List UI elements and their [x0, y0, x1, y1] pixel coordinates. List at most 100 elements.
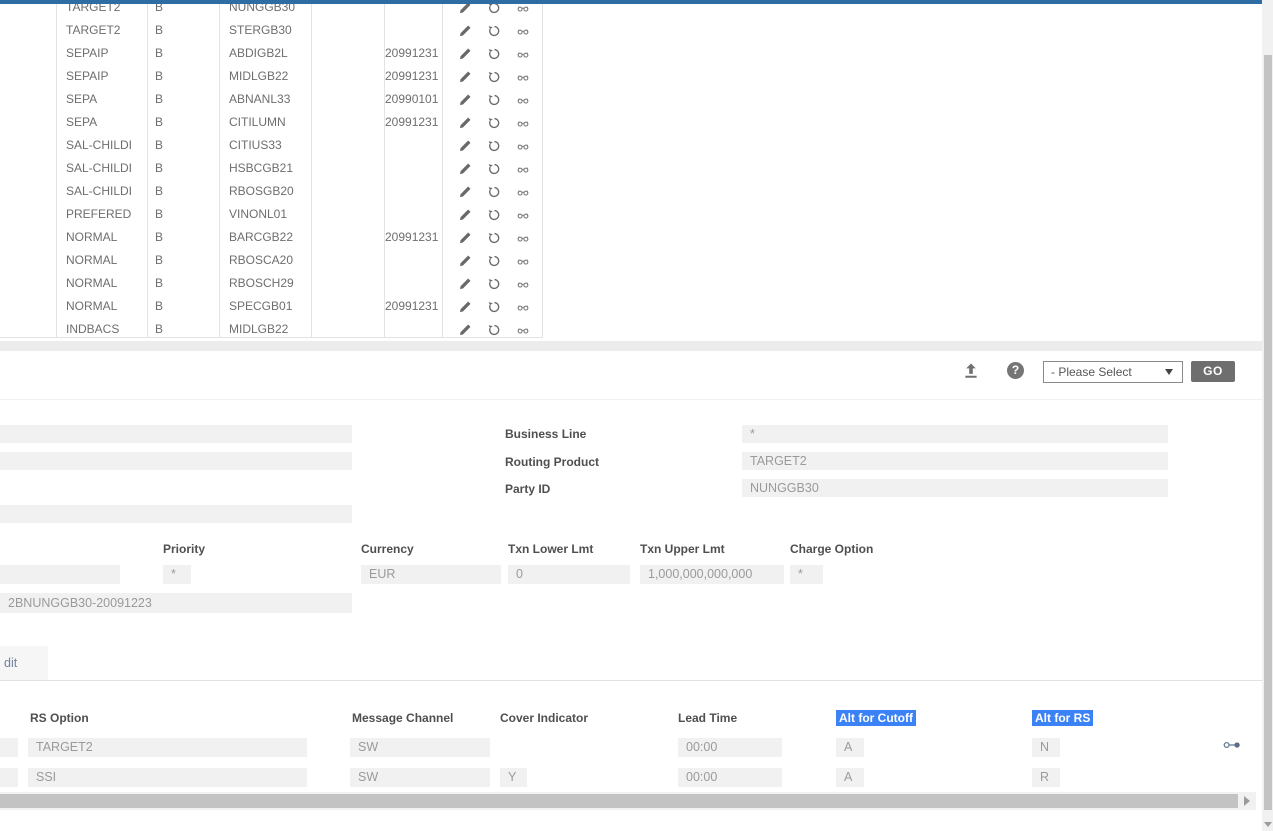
view-glasses-icon[interactable]	[516, 277, 530, 291]
left-field-3[interactable]	[0, 505, 352, 523]
view-glasses-icon[interactable]	[516, 300, 530, 314]
currency-field[interactable]: EUR	[361, 565, 501, 584]
reopen-circle-arrow-icon[interactable]	[487, 162, 501, 176]
reopen-circle-arrow-icon[interactable]	[487, 208, 501, 222]
reopen-circle-arrow-icon[interactable]	[487, 185, 501, 199]
party-id-field[interactable]: NUNGGB30	[742, 479, 1168, 497]
reopen-circle-arrow-icon[interactable]	[487, 231, 501, 245]
routing-product-field[interactable]: TARGET2	[742, 452, 1168, 470]
left-field-1[interactable]	[0, 425, 352, 443]
reopen-circle-arrow-icon[interactable]	[487, 70, 501, 84]
business-line-field[interactable]: *	[742, 425, 1168, 443]
table-row[interactable]: TARGET2 B STERGB30	[0, 19, 543, 42]
edit-pencil-icon[interactable]	[458, 208, 472, 222]
table-row[interactable]: SEPAIP B ABDIGB2L 20991231	[0, 42, 543, 65]
edit-pencil-icon[interactable]	[458, 300, 472, 314]
table-row[interactable]: NORMAL B RBOSCH29	[0, 272, 543, 295]
charge-option-field[interactable]: *	[790, 565, 823, 584]
rs-option-field[interactable]: TARGET2	[28, 738, 307, 757]
rs-table-row[interactable]: SSI SW Y 00:00 A R	[0, 768, 1262, 788]
reopen-circle-arrow-icon[interactable]	[487, 139, 501, 153]
txn-lower-lmt-field[interactable]: 0	[508, 565, 630, 584]
alt-for-rs-field[interactable]: N	[1032, 738, 1060, 757]
left-field-4[interactable]	[0, 565, 120, 584]
edit-pencil-icon[interactable]	[458, 185, 472, 199]
view-glasses-icon[interactable]	[516, 254, 530, 268]
horizontal-scrollbar[interactable]	[0, 792, 1256, 810]
scroll-right-arrow-icon[interactable]	[1244, 796, 1250, 806]
table-row[interactable]: SAL-CHILDI B RBOSGB20	[0, 180, 543, 203]
horizontal-scrollbar-thumb[interactable]	[0, 794, 1238, 808]
rs-table-row[interactable]: TARGET2 SW 00:00 A N	[0, 738, 1262, 758]
reopen-circle-arrow-icon[interactable]	[487, 323, 501, 337]
lead-time-field[interactable]: 00:00	[678, 738, 782, 757]
reopen-circle-arrow-icon[interactable]	[487, 4, 501, 15]
table-row[interactable]: SAL-CHILDI B HSBCGB21	[0, 157, 543, 180]
edit-pencil-icon[interactable]	[458, 323, 472, 337]
reopen-circle-arrow-icon[interactable]	[487, 47, 501, 61]
table-row[interactable]: NORMAL B BARCGB22 20991231	[0, 226, 543, 249]
view-glasses-icon[interactable]	[516, 231, 530, 245]
view-glasses-icon[interactable]	[516, 162, 530, 176]
lead-time-field[interactable]: 00:00	[678, 768, 782, 787]
table-row[interactable]: SEPA B ABNANL33 20990101	[0, 88, 543, 111]
edit-pencil-icon[interactable]	[458, 254, 472, 268]
table-row[interactable]: NORMAL B RBOSCA20	[0, 249, 543, 272]
edit-pencil-icon[interactable]	[458, 277, 472, 291]
table-row[interactable]: INDBACS B MIDLGB22	[0, 318, 543, 338]
priority-field[interactable]: *	[163, 565, 191, 584]
view-glasses-icon[interactable]	[516, 185, 530, 199]
alt-for-rs-field[interactable]: R	[1032, 768, 1060, 787]
table-row[interactable]: SAL-CHILDI B CITIUS33	[0, 134, 543, 157]
alt-for-cutoff-field[interactable]: A	[836, 738, 864, 757]
vertical-scrollbar-thumb[interactable]	[1264, 55, 1272, 810]
edit-pencil-icon[interactable]	[458, 162, 472, 176]
view-glasses-icon[interactable]	[516, 116, 530, 130]
reopen-circle-arrow-icon[interactable]	[487, 24, 501, 38]
rs-option-field[interactable]: SSI	[28, 768, 307, 787]
reopen-circle-arrow-icon[interactable]	[487, 254, 501, 268]
message-channel-field[interactable]: SW	[350, 768, 490, 787]
edit-pencil-icon[interactable]	[458, 231, 472, 245]
table-row[interactable]: TARGET2 B NUNGGB30	[0, 4, 543, 19]
tab-edit-clipped[interactable]: dit	[0, 646, 48, 680]
edit-pencil-icon[interactable]	[458, 139, 472, 153]
edit-pencil-icon[interactable]	[458, 4, 472, 15]
edit-pencil-icon[interactable]	[458, 93, 472, 107]
view-glasses-icon[interactable]	[516, 4, 530, 15]
left-field-2[interactable]	[0, 452, 352, 470]
txn-upper-lmt-field[interactable]: 1,000,000,000,000	[640, 565, 784, 584]
reopen-circle-arrow-icon[interactable]	[487, 116, 501, 130]
edit-pencil-icon[interactable]	[458, 116, 472, 130]
view-glasses-icon[interactable]	[516, 47, 530, 61]
scroll-down-arrow-icon[interactable]	[1264, 822, 1272, 827]
row-stub-field[interactable]	[0, 738, 18, 757]
table-row[interactable]: NORMAL B SPECGB01 20991231	[0, 295, 543, 318]
go-button[interactable]: GO	[1191, 361, 1235, 382]
upload-icon[interactable]	[962, 362, 980, 380]
view-glasses-icon[interactable]	[516, 93, 530, 107]
help-icon[interactable]: ?	[1007, 362, 1024, 379]
edit-pencil-icon[interactable]	[458, 24, 472, 38]
reference-field[interactable]: 2BNUNGGB30-20091223	[0, 593, 352, 613]
edit-pencil-icon[interactable]	[458, 70, 472, 84]
view-glasses-icon[interactable]	[516, 208, 530, 222]
view-glasses-icon[interactable]	[516, 24, 530, 38]
edit-pencil-icon[interactable]	[458, 47, 472, 61]
table-row[interactable]: PREFERED B VINONL01	[0, 203, 543, 226]
link-nodes-icon[interactable]	[1223, 738, 1242, 750]
cover-indicator-field[interactable]: Y	[500, 768, 527, 787]
row-stub-field[interactable]	[0, 768, 18, 787]
view-glasses-icon[interactable]	[516, 323, 530, 337]
view-glasses-icon[interactable]	[516, 139, 530, 153]
reopen-circle-arrow-icon[interactable]	[487, 300, 501, 314]
alt-for-cutoff-field[interactable]: A	[836, 768, 864, 787]
reopen-circle-arrow-icon[interactable]	[487, 277, 501, 291]
view-glasses-icon[interactable]	[516, 70, 530, 84]
table-row[interactable]: SEPAIP B MIDLGB22 20991231	[0, 65, 543, 88]
reopen-circle-arrow-icon[interactable]	[487, 93, 501, 107]
message-channel-field[interactable]: SW	[350, 738, 490, 757]
table-row[interactable]: SEPA B CITILUMN 20991231	[0, 111, 543, 134]
action-select[interactable]: - Please Select	[1043, 361, 1183, 383]
vertical-scrollbar[interactable]	[1262, 0, 1273, 831]
